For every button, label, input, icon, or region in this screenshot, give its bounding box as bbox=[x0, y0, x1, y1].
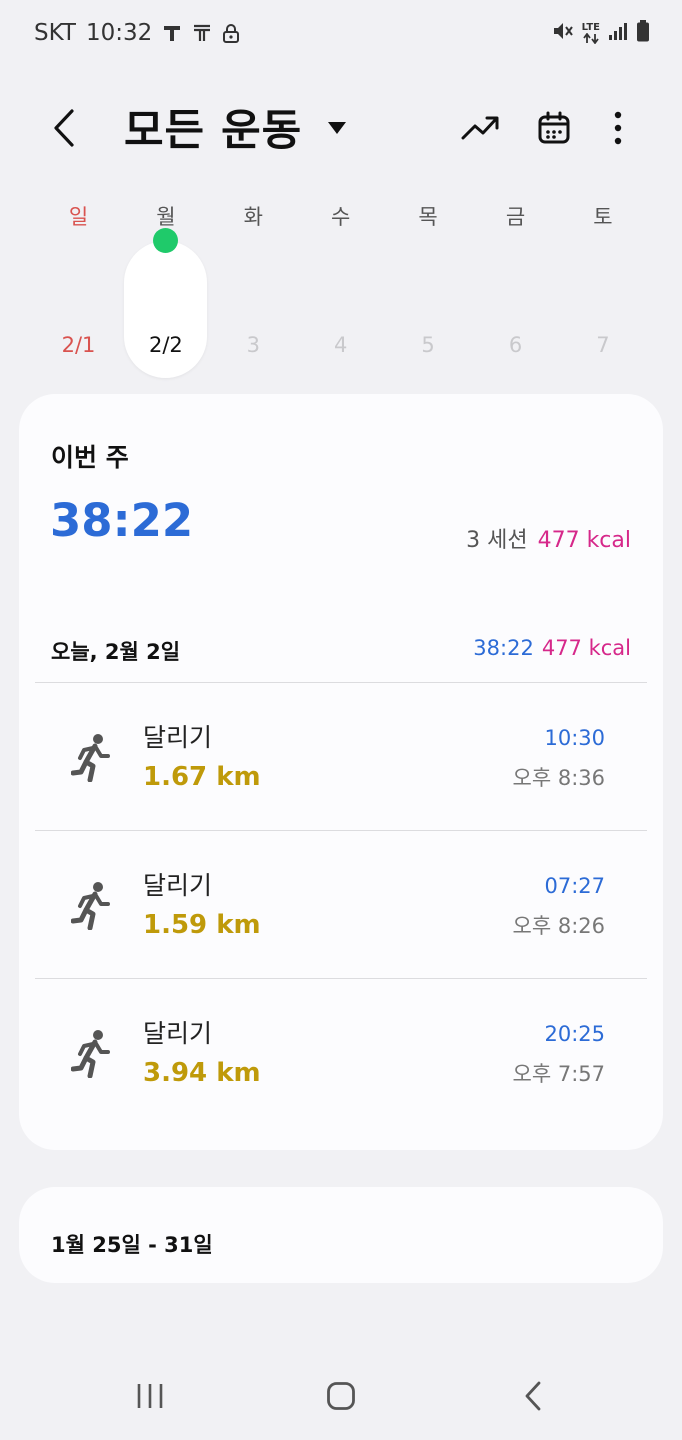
running-icon bbox=[70, 880, 111, 931]
today-label: 오늘, 2월 2일 bbox=[51, 640, 181, 664]
workout-name: 달리기 bbox=[143, 723, 213, 752]
calendar-button[interactable] bbox=[532, 106, 576, 150]
running-icon bbox=[70, 732, 111, 783]
more-vertical-icon bbox=[614, 111, 622, 145]
status-time: 10:32 bbox=[85, 20, 153, 46]
workout-start-time: 오후 7:57 bbox=[512, 1062, 605, 1086]
app-header: 모든 운동 bbox=[0, 90, 682, 170]
trend-up-icon bbox=[461, 116, 499, 140]
workout-name: 달리기 bbox=[143, 871, 213, 900]
this-week-label: 이번 주 bbox=[51, 443, 129, 472]
day-name: 금 bbox=[505, 205, 526, 229]
lte-icon: LTE bbox=[581, 21, 600, 44]
previous-week-card[interactable]: 1월 25일 - 31일 bbox=[19, 1187, 663, 1283]
page-title: 모든 운동 bbox=[124, 106, 303, 156]
workout-row[interactable]: 달리기 1.59 km 07:27 오후 8:26 bbox=[35, 830, 647, 976]
workout-start-time: 오후 8:36 bbox=[512, 766, 605, 790]
more-options-button[interactable] bbox=[596, 106, 640, 150]
t-icon bbox=[162, 23, 182, 43]
workout-filter-dropdown[interactable]: 모든 운동 bbox=[124, 96, 347, 158]
this-week-kcal: 477 kcal bbox=[537, 528, 631, 553]
recents-icon bbox=[137, 1384, 163, 1408]
lock-icon bbox=[222, 23, 240, 43]
day-name: 목 bbox=[418, 205, 438, 229]
signal-icon bbox=[608, 21, 628, 45]
carrier-label: SKT bbox=[34, 20, 76, 46]
lte-label: LTE bbox=[581, 21, 600, 33]
day-name: 토 bbox=[593, 205, 613, 229]
this-week-sessions: 3 세션 bbox=[466, 528, 528, 553]
mute-icon bbox=[552, 20, 574, 46]
calendar-icon bbox=[538, 111, 570, 144]
day-number: 2/2 bbox=[148, 333, 183, 357]
day-number: 5 bbox=[421, 333, 435, 357]
workout-distance: 3.94 km bbox=[143, 1058, 261, 1088]
day-name: 월 bbox=[156, 205, 176, 229]
today-kcal: 477 kcal bbox=[541, 636, 631, 660]
workout-row[interactable]: 달리기 3.94 km 20:25 오후 7:57 bbox=[35, 978, 647, 1124]
workout-distance: 1.59 km bbox=[143, 910, 261, 940]
chevron-left-icon bbox=[54, 109, 74, 147]
today-duration: 38:22 bbox=[473, 636, 534, 660]
day-name: 화 bbox=[243, 205, 263, 229]
system-nav-bar bbox=[0, 1350, 682, 1440]
workout-name: 달리기 bbox=[143, 1019, 213, 1048]
day-number: 2/1 bbox=[61, 333, 96, 357]
day-name: 수 bbox=[331, 205, 351, 229]
chevron-left-icon bbox=[525, 1381, 541, 1411]
this-week-card: 이번 주 38:22 3 세션 477 kcal 오늘, 2월 2일 38:22 4… bbox=[19, 394, 663, 1150]
system-back-button[interactable] bbox=[503, 1372, 563, 1420]
selected-day-pill bbox=[124, 241, 208, 378]
day-name: 일 bbox=[68, 205, 89, 229]
trends-button[interactable] bbox=[458, 106, 502, 150]
caret-down-icon bbox=[328, 119, 347, 138]
status-bar: SKT 10:32 LTE bbox=[0, 0, 682, 70]
workout-distance: 1.67 km bbox=[143, 762, 261, 792]
t-outline-icon bbox=[192, 23, 212, 43]
this-week-stats: 3 세션 477 kcal bbox=[466, 522, 631, 554]
workout-duration: 10:30 bbox=[544, 726, 605, 750]
back-button[interactable] bbox=[40, 102, 88, 154]
day-number: 6 bbox=[508, 333, 523, 357]
previous-week-label: 1월 25일 - 31일 bbox=[51, 1233, 213, 1257]
day-number: 3 bbox=[246, 333, 260, 357]
workout-row[interactable]: 달리기 1.67 km 10:30 오후 8:36 bbox=[35, 682, 647, 828]
workout-duration: 07:27 bbox=[544, 874, 605, 898]
battery-icon bbox=[636, 20, 650, 46]
running-icon bbox=[70, 1028, 111, 1079]
day-number: 4 bbox=[334, 333, 348, 357]
this-week-duration: 38:22 bbox=[50, 494, 194, 547]
workout-start-time: 오후 8:26 bbox=[512, 914, 605, 938]
today-stats: 38:22 477 kcal bbox=[473, 636, 631, 660]
day-number: 7 bbox=[596, 333, 610, 357]
home-icon bbox=[327, 1382, 355, 1410]
workout-duration: 20:25 bbox=[544, 1022, 605, 1046]
home-button[interactable] bbox=[311, 1372, 371, 1420]
recents-button[interactable] bbox=[120, 1372, 180, 1420]
